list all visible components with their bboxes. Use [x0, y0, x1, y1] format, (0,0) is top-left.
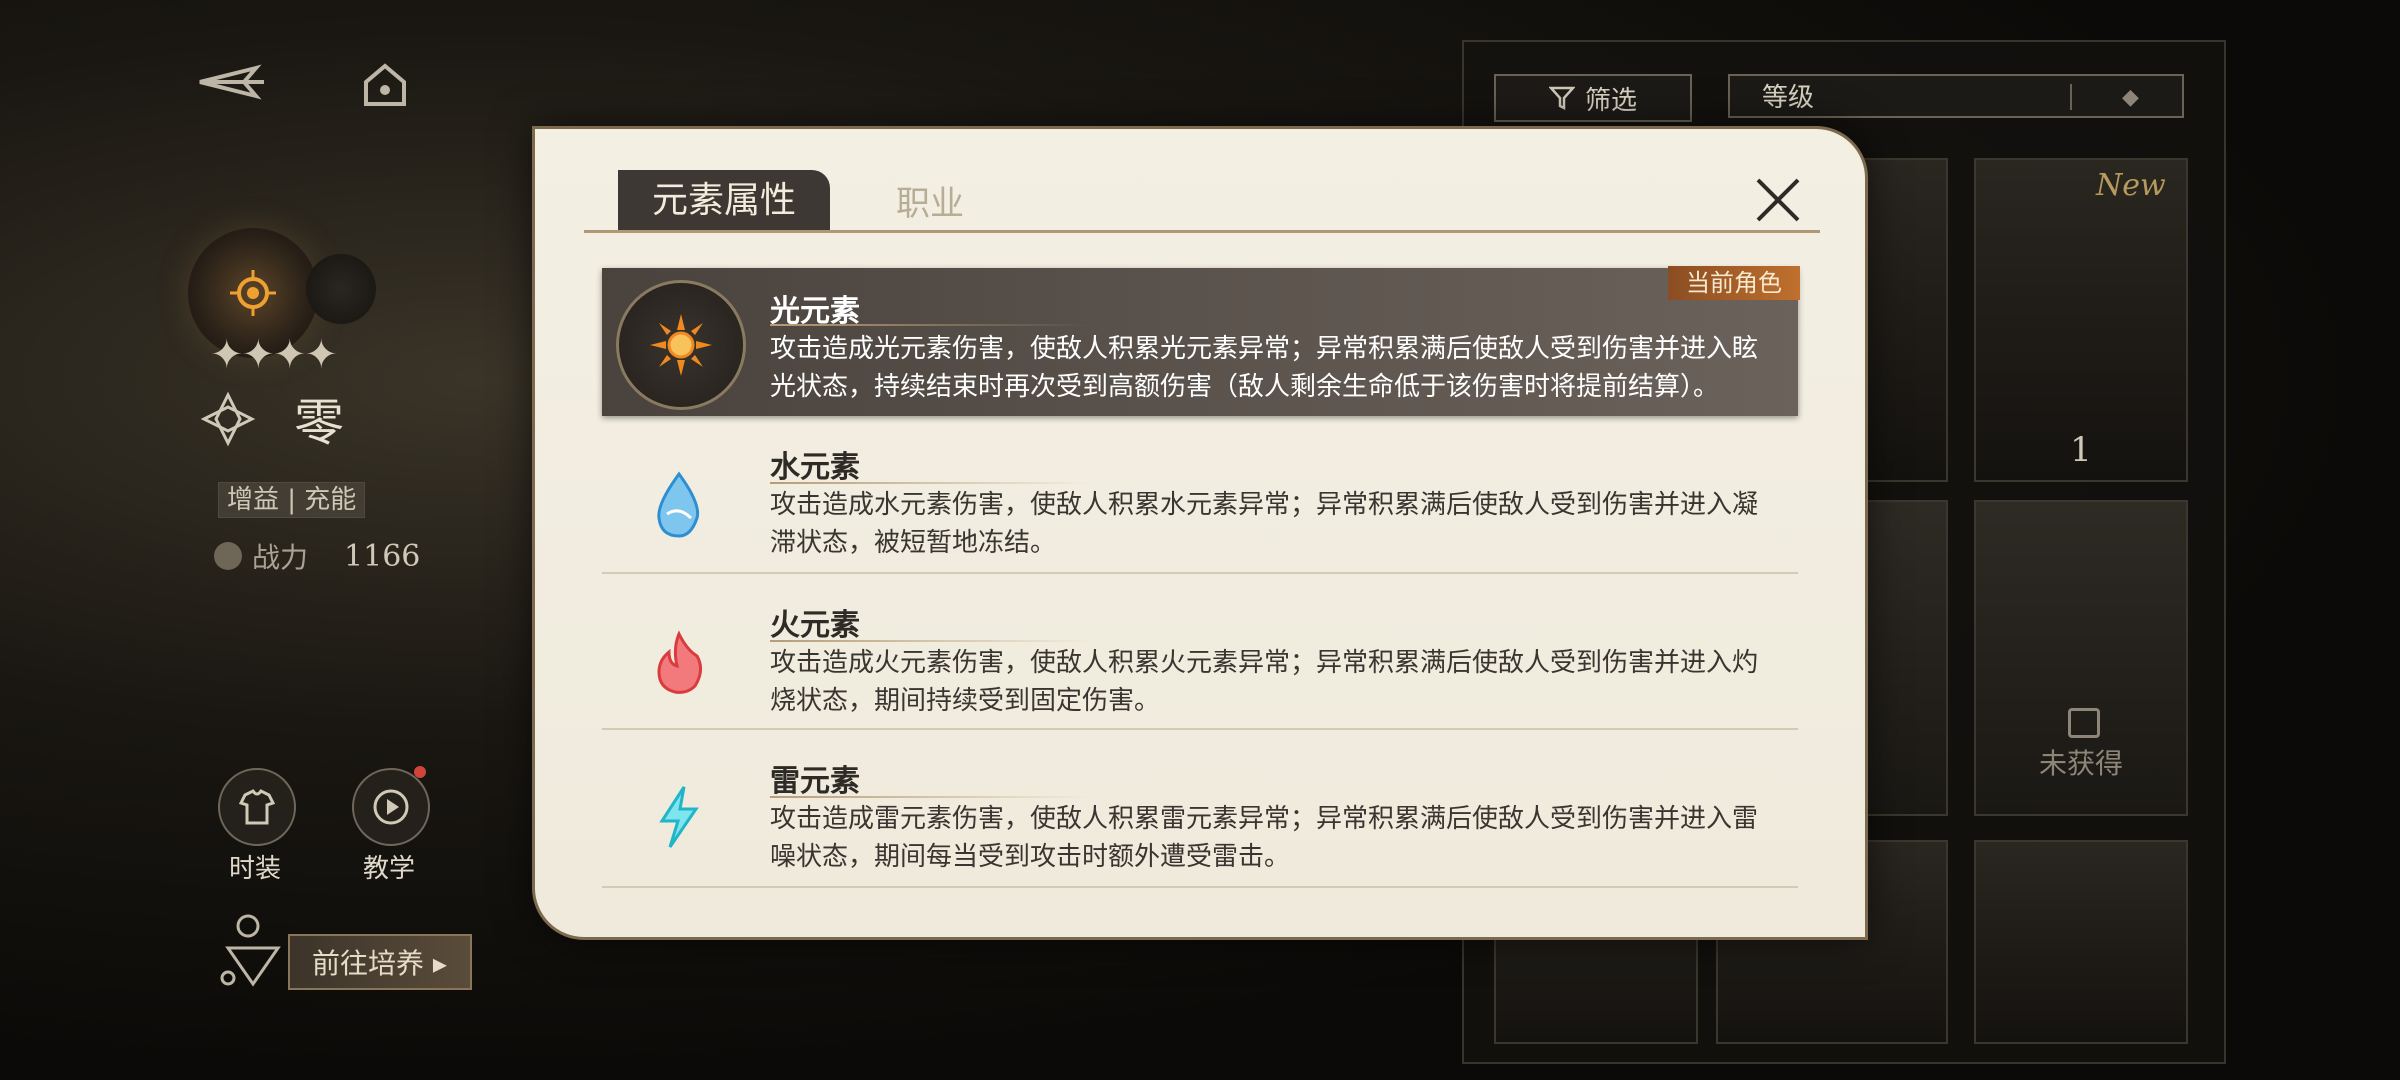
rarity-stars: ✦✦✦✦	[210, 332, 338, 378]
character-name-row: 零	[200, 384, 344, 454]
water-element-icon	[634, 460, 724, 550]
element-desc-thunder: 攻击造成雷元素伤害，使敌人积累雷元素异常；异常积累满后使敌人受到伤害并进入雷噪状…	[770, 804, 1759, 872]
filter-button[interactable]: 筛选	[1494, 74, 1692, 122]
sort-order-icon[interactable]: ◆	[2122, 76, 2139, 120]
thunder-element-icon	[634, 772, 724, 862]
outfit-label: 时装	[228, 854, 281, 884]
element-desc-fire: 攻击造成火元素伤害，使敌人积累火元素异常；异常积累满后使敌人受到伤害并进入灼烧状…	[770, 648, 1759, 716]
tab-underline	[584, 230, 1820, 233]
character-card[interactable]: New 1	[1974, 158, 2188, 482]
element-name-fire: 火元素	[770, 608, 860, 643]
secondary-badge	[306, 254, 376, 324]
class-emblem-icon	[200, 391, 256, 447]
element-name-thunder: 雷元素	[770, 764, 860, 799]
light-element-icon	[616, 280, 746, 410]
filter-label: 筛选	[1584, 85, 1637, 116]
outfit-button[interactable]: 时装	[218, 768, 305, 885]
sort-divider	[2070, 84, 2072, 110]
power-icon	[214, 542, 242, 570]
power-row: 战力 1166	[214, 534, 420, 578]
shirt-icon	[218, 768, 296, 846]
filter-icon	[1548, 86, 1575, 111]
card-level: 1	[2070, 430, 2092, 470]
character-card[interactable]	[1974, 840, 2188, 1044]
element-desc-water: 攻击造成水元素伤害，使敌人积累水元素异常；异常积累满后使敌人受到伤害并进入凝滞状…	[770, 490, 1759, 558]
card-status: 未获得	[2038, 747, 2123, 780]
row-divider	[602, 572, 1798, 574]
element-name-water: 水元素	[770, 450, 860, 485]
character-card-locked[interactable]: 未获得	[1974, 500, 2188, 816]
tab-element-attribute[interactable]: 元素属性	[618, 170, 830, 232]
title-underline	[770, 640, 1090, 642]
new-badge: New	[2096, 168, 2166, 203]
level-sort-select[interactable]: 等级 ◆	[1728, 74, 2184, 118]
level-label: 等级	[1762, 83, 1815, 113]
character-name: 零	[294, 394, 344, 452]
back-icon[interactable]	[196, 62, 268, 102]
title-underline	[770, 482, 1090, 484]
role-tag: 增益 | 充能	[218, 482, 366, 518]
row-divider	[602, 886, 1798, 888]
home-icon[interactable]	[362, 62, 408, 108]
current-character-badge: 当前角色	[1668, 266, 1800, 300]
element-desc-light: 攻击造成光元素伤害，使敌人积累光元素异常；异常积累满后使敌人受到伤害并进入眩光状…	[770, 334, 1759, 402]
cultivate-emblem-icon	[220, 914, 281, 987]
fire-element-icon	[634, 618, 724, 708]
lock-icon	[2068, 708, 2100, 738]
close-icon[interactable]	[1748, 170, 1808, 230]
tutorial-button[interactable]: 教学	[352, 766, 439, 885]
row-divider	[602, 728, 1798, 730]
title-underline	[770, 324, 1090, 326]
tab-class[interactable]: 职业	[896, 176, 964, 225]
play-icon	[352, 768, 430, 846]
notification-dot	[414, 766, 426, 778]
power-value: 1166	[344, 538, 421, 574]
title-underline	[770, 796, 1090, 798]
power-label: 战力	[252, 541, 309, 574]
go-cultivate-button[interactable]: 前往培养 ▸	[288, 934, 472, 990]
tutorial-label: 教学	[362, 854, 415, 884]
